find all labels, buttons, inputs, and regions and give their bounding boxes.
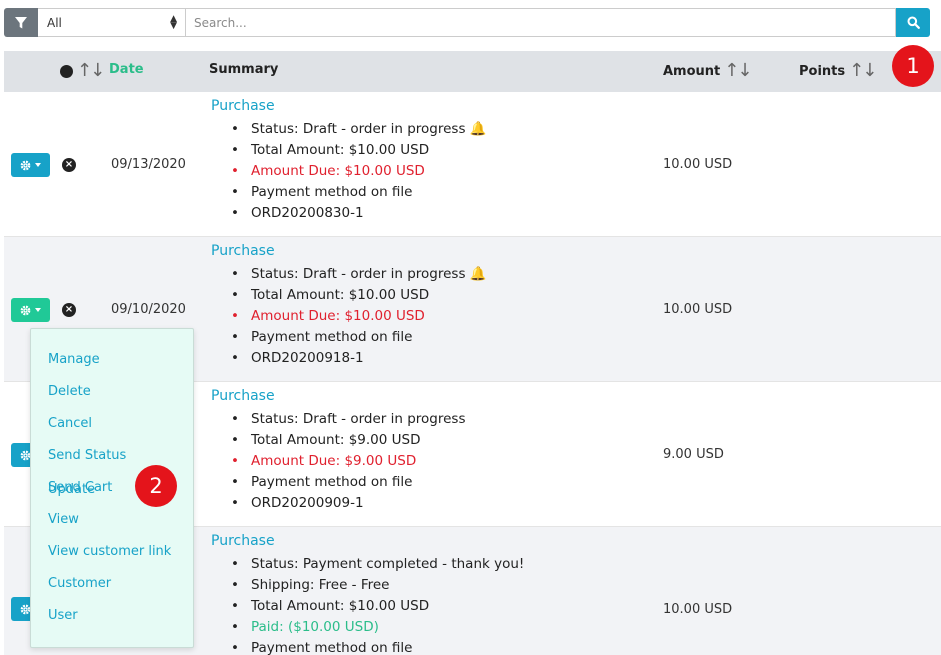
annotation-badge: 2 bbox=[135, 465, 177, 507]
row-amount: 9.00 USD bbox=[663, 447, 724, 462]
caret-down-icon bbox=[35, 163, 41, 167]
search-icon bbox=[907, 16, 920, 29]
caret-down-icon bbox=[35, 308, 41, 312]
summary-line: Status: Draft - order in progress 🔔 bbox=[231, 264, 487, 285]
purchase-link[interactable]: Purchase bbox=[211, 533, 524, 549]
status-text: Status: Draft - order in progress bbox=[251, 266, 466, 282]
purchase-link[interactable]: Purchase bbox=[211, 243, 487, 259]
summary-header-label: Summary bbox=[209, 62, 279, 77]
search-input[interactable] bbox=[186, 8, 896, 37]
points-column-header[interactable]: Points ↑↓ bbox=[799, 62, 877, 80]
summary-column-header: Summary bbox=[209, 62, 278, 77]
menu-item-cancel[interactable]: Cancel bbox=[31, 407, 193, 439]
filter-icon bbox=[15, 16, 27, 28]
row-actions-button[interactable] bbox=[11, 298, 50, 322]
table-header: ↑↓ Date Summary Amount ↑↓ Points ↑↓ bbox=[4, 51, 941, 92]
amount-column-header[interactable]: Amount ↑↓ bbox=[663, 62, 752, 80]
close-circle-icon[interactable]: × bbox=[62, 158, 76, 172]
summary-line: Amount Due: $9.00 USD bbox=[231, 451, 466, 472]
summary-line: Paid: ($10.00 USD) bbox=[231, 617, 524, 638]
summary-line: Payment method on file bbox=[231, 327, 487, 348]
menu-item-delete[interactable]: Delete bbox=[31, 375, 193, 407]
row-summary: Purchase Status: Payment completed - tha… bbox=[211, 533, 524, 655]
table-row: × 09/13/2020 Purchase Status: Draft - or… bbox=[4, 92, 941, 237]
row-summary: Purchase Status: Draft - order in progre… bbox=[211, 388, 466, 514]
sort-icon[interactable]: ↑↓ bbox=[724, 62, 752, 80]
filter-select[interactable]: All ▲ ▼ bbox=[38, 8, 186, 37]
filter-select-value: All bbox=[47, 15, 62, 30]
summary-line: Status: Payment completed - thank you! bbox=[231, 554, 524, 575]
summary-line: Payment method on file bbox=[231, 472, 466, 493]
summary-line: Total Amount: $10.00 USD bbox=[231, 596, 524, 617]
summary-line: Amount Due: $10.00 USD bbox=[231, 306, 487, 327]
sort-icon[interactable]: ↑↓ bbox=[849, 62, 877, 80]
sort-icon[interactable]: ↑↓ bbox=[77, 62, 105, 80]
menu-item-send-status-update[interactable]: Send Status Update bbox=[31, 439, 193, 497]
row-summary: Purchase Status: Draft - order in progre… bbox=[211, 98, 487, 224]
gear-icon bbox=[20, 305, 31, 315]
close-circle-icon[interactable]: × bbox=[62, 303, 76, 317]
summary-line: ORD20200909-1 bbox=[231, 493, 466, 514]
summary-line: Status: Draft - order in progress bbox=[231, 409, 466, 430]
menu-item-view[interactable]: View bbox=[31, 503, 193, 535]
summary-line: Total Amount: $10.00 USD bbox=[231, 140, 487, 161]
summary-line: ORD20200918-1 bbox=[231, 348, 487, 369]
summary-line: Total Amount: $9.00 USD bbox=[231, 430, 466, 451]
status-column-header[interactable]: ↑↓ bbox=[60, 62, 105, 80]
row-summary: Purchase Status: Draft - order in progre… bbox=[211, 243, 487, 369]
search-button[interactable] bbox=[896, 8, 930, 37]
summary-line: Total Amount: $10.00 USD bbox=[231, 285, 487, 306]
filter-button[interactable] bbox=[4, 8, 38, 37]
menu-item-view-customer-link[interactable]: View customer link bbox=[31, 535, 193, 567]
row-amount: 10.00 USD bbox=[663, 602, 733, 617]
row-amount: 10.00 USD bbox=[663, 157, 733, 172]
date-column-header[interactable]: Date bbox=[109, 62, 144, 77]
menu-item-customer[interactable]: Customer bbox=[31, 567, 193, 599]
select-arrows-icon: ▲ ▼ bbox=[170, 13, 177, 31]
summary-line: Payment method on file bbox=[231, 182, 487, 203]
summary-line: Shipping: Free - Free bbox=[231, 575, 524, 596]
row-date: 09/13/2020 bbox=[111, 157, 186, 172]
menu-item-manage[interactable]: Manage bbox=[31, 343, 193, 375]
bell-icon: 🔔 bbox=[469, 266, 487, 282]
annotation-badge: 1 bbox=[892, 45, 934, 87]
status-text: Status: Draft - order in progress bbox=[251, 121, 466, 137]
gear-icon bbox=[20, 160, 31, 170]
row-date: 09/10/2020 bbox=[111, 302, 186, 317]
status-dot-icon bbox=[60, 64, 73, 78]
menu-item-user[interactable]: User bbox=[31, 599, 193, 631]
filter-bar: All ▲ ▼ bbox=[4, 8, 930, 37]
summary-line: Status: Draft - order in progress 🔔 bbox=[231, 119, 487, 140]
points-header-label: Points bbox=[799, 63, 846, 79]
purchase-link[interactable]: Purchase bbox=[211, 98, 487, 114]
summary-line: Payment method on file bbox=[231, 638, 524, 655]
date-header-label: Date bbox=[109, 62, 144, 77]
summary-line: Amount Due: $10.00 USD bbox=[231, 161, 487, 182]
purchase-link[interactable]: Purchase bbox=[211, 388, 466, 404]
row-actions-button[interactable] bbox=[11, 153, 50, 177]
amount-header-label: Amount bbox=[663, 63, 721, 79]
bell-icon: 🔔 bbox=[469, 121, 487, 137]
summary-line: ORD20200830-1 bbox=[231, 203, 487, 224]
row-amount: 10.00 USD bbox=[663, 302, 733, 317]
